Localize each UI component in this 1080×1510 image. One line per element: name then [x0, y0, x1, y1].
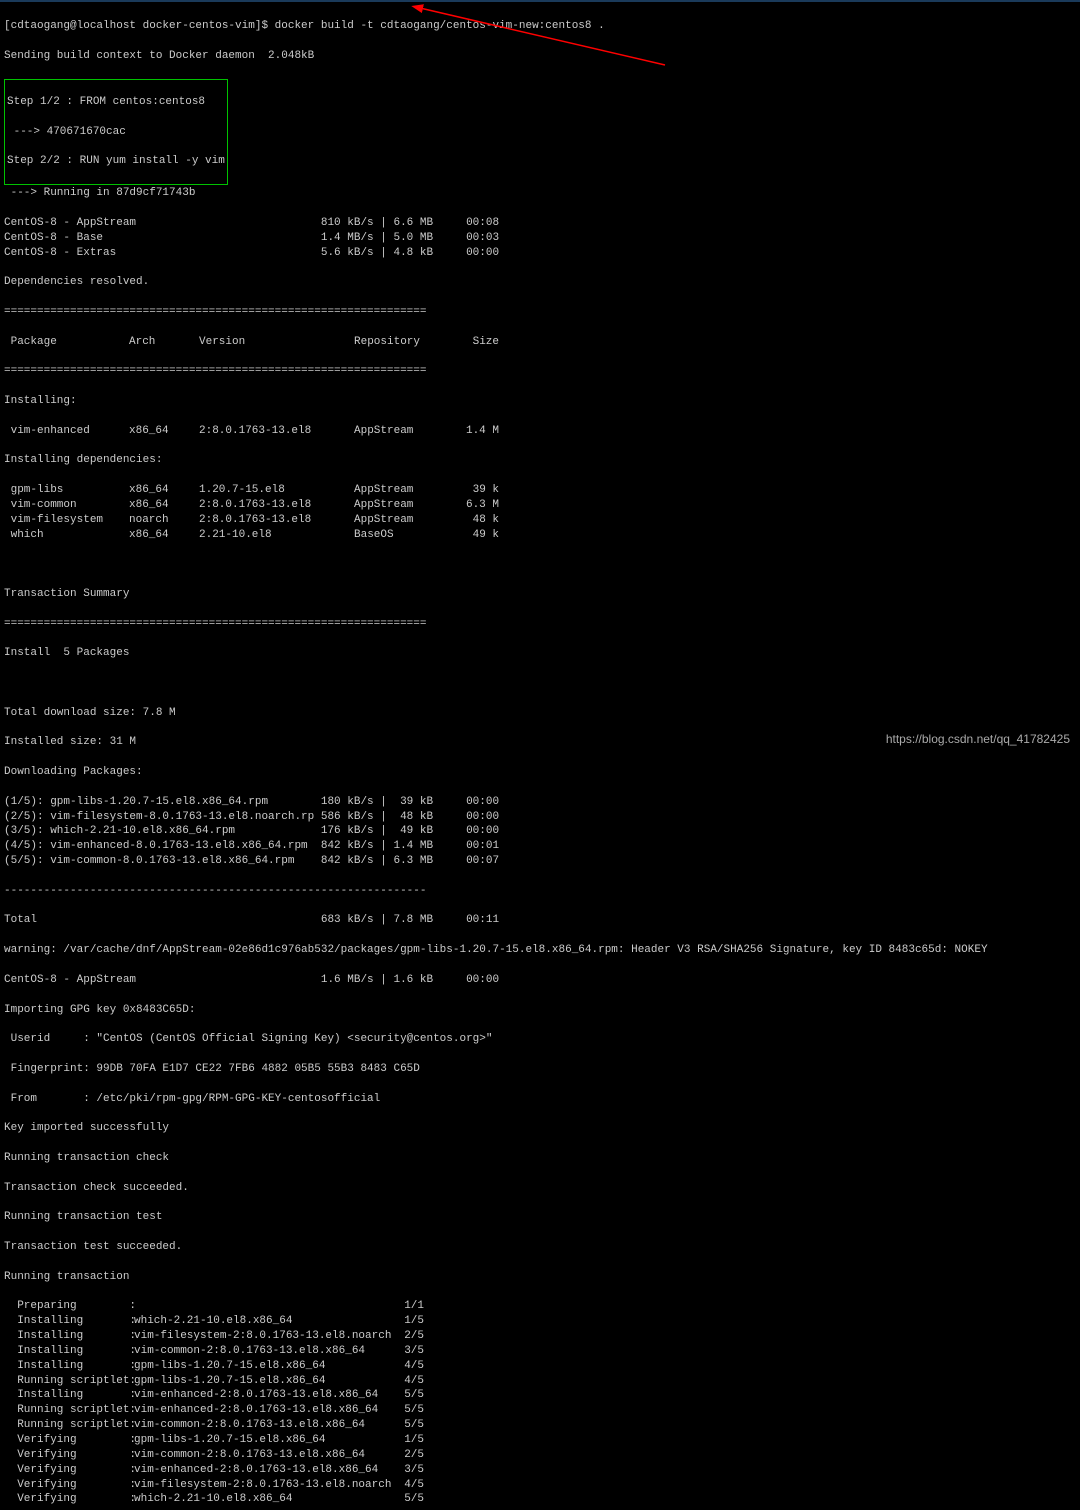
transaction-row: Preparing :1/1 [4, 1299, 1076, 1314]
step-1-hash: ---> 470671670cac [7, 125, 225, 140]
download-line: (1/5): gpm-libs-1.20.7-15.el8.x86_64.rpm… [4, 795, 1076, 810]
centos8-appstream: CentOS-8 - AppStream 1.6 MB/s | 1.6 kB 0… [4, 973, 1076, 988]
package-row: vim-enhancedx86_642:8.0.1763-13.el8AppSt… [4, 424, 1076, 439]
installing-deps-label: Installing dependencies: [4, 453, 1076, 468]
transaction-row: Verifying :which-2.21-10.el8.x86_645/5 [4, 1492, 1076, 1507]
package-row: vim-commonx86_642:8.0.1763-13.el8AppStre… [4, 498, 1076, 513]
repo-line: CentOS-8 - AppStream 810 kB/s | 6.6 MB 0… [4, 216, 1076, 231]
sending-context: Sending build context to Docker daemon 2… [4, 49, 1076, 64]
running-transaction: Running transaction [4, 1270, 1076, 1285]
hdr-arch: Arch [129, 335, 199, 350]
download-line: (4/5): vim-enhanced-8.0.1763-13.el8.x86_… [4, 839, 1076, 854]
package-table-header: Package Arch Version Repository Size [4, 335, 1076, 350]
transaction-row: Installing :which-2.21-10.el8.x86_641/5 [4, 1314, 1076, 1329]
package-row: whichx86_642.21-10.el8BaseOS49 k [4, 528, 1076, 543]
installing-label: Installing: [4, 394, 1076, 409]
check-ok: Transaction check succeeded. [4, 1181, 1076, 1196]
package-row: vim-filesystemnoarch2:8.0.1763-13.el8App… [4, 513, 1076, 528]
download-line: (3/5): which-2.21-10.el8.x86_64.rpm 176 … [4, 824, 1076, 839]
transaction-row: Running scriptlet:gpm-libs-1.20.7-15.el8… [4, 1374, 1076, 1389]
download-line: (5/5): vim-common-8.0.1763-13.el8.x86_64… [4, 854, 1076, 869]
separator-dashes: ----------------------------------------… [4, 884, 1076, 899]
transaction-row: Installing :vim-common-2:8.0.1763-13.el8… [4, 1344, 1076, 1359]
transaction-row: Running scriptlet:vim-common-2:8.0.1763-… [4, 1418, 1076, 1433]
transaction-row: Running scriptlet:vim-enhanced-2:8.0.176… [4, 1403, 1076, 1418]
transaction-summary: Transaction Summary [4, 587, 1076, 602]
step-2: Step 2/2 : RUN yum install -y vim [7, 154, 225, 169]
transaction-row: Verifying :vim-enhanced-2:8.0.1763-13.el… [4, 1463, 1076, 1478]
total-line: Total 683 kB/s | 7.8 MB 00:11 [4, 913, 1076, 928]
repo-line: CentOS-8 - Extras 5.6 kB/s | 4.8 kB 00:0… [4, 246, 1076, 261]
downloading-label: Downloading Packages: [4, 765, 1076, 780]
separator: ========================================… [4, 364, 1076, 379]
transaction-row: Installing :vim-filesystem-2:8.0.1763-13… [4, 1329, 1076, 1344]
download-line: (2/5): vim-filesystem-8.0.1763-13.el8.no… [4, 810, 1076, 825]
running-in: ---> Running in 87d9cf71743b [4, 186, 1076, 201]
test-ok: Transaction test succeeded. [4, 1240, 1076, 1255]
transaction-row: Verifying :vim-filesystem-2:8.0.1763-13.… [4, 1478, 1076, 1493]
total-download: Total download size: 7.8 M [4, 706, 1076, 721]
hdr-repo: Repository [354, 335, 449, 350]
key-imported: Key imported successfully [4, 1121, 1076, 1136]
transaction-row: Verifying :vim-common-2:8.0.1763-13.el8.… [4, 1448, 1076, 1463]
repo-line: CentOS-8 - Base 1.4 MB/s | 5.0 MB 00:03 [4, 231, 1076, 246]
separator: ========================================… [4, 305, 1076, 320]
deps-resolved: Dependencies resolved. [4, 275, 1076, 290]
transaction-row: Installing :gpm-libs-1.20.7-15.el8.x86_6… [4, 1359, 1076, 1374]
install-count: Install 5 Packages [4, 646, 1076, 661]
terminal-output: [cdtaogang@localhost docker-centos-vim]$… [0, 2, 1080, 1510]
gpg-importing: Importing GPG key 0x8483C65D: [4, 1003, 1076, 1018]
prompt-line[interactable]: [cdtaogang@localhost docker-centos-vim]$… [4, 19, 1076, 34]
step-1: Step 1/2 : FROM centos:centos8 [7, 95, 225, 110]
hdr-version: Version [199, 335, 354, 350]
watermark: https://blog.csdn.net/qq_41782425 [886, 731, 1070, 747]
transaction-row: Installing :vim-enhanced-2:8.0.1763-13.e… [4, 1388, 1076, 1403]
hdr-package: Package [4, 335, 129, 350]
gpg-from: From : /etc/pki/rpm-gpg/RPM-GPG-KEY-cent… [4, 1092, 1076, 1107]
warning-line: warning: /var/cache/dnf/AppStream-02e86d… [4, 943, 1076, 958]
package-row: gpm-libsx86_641.20.7-15.el8AppStream39 k [4, 483, 1076, 498]
hdr-size: Size [449, 335, 499, 350]
running-test: Running transaction test [4, 1210, 1076, 1225]
running-check: Running transaction check [4, 1151, 1076, 1166]
highlight-box-steps: Step 1/2 : FROM centos:centos8 ---> 4706… [4, 79, 228, 185]
separator: ========================================… [4, 617, 1076, 632]
gpg-userid: Userid : "CentOS (CentOS Official Signin… [4, 1032, 1076, 1047]
transaction-row: Verifying :gpm-libs-1.20.7-15.el8.x86_64… [4, 1433, 1076, 1448]
gpg-fingerprint: Fingerprint: 99DB 70FA E1D7 CE22 7FB6 48… [4, 1062, 1076, 1077]
